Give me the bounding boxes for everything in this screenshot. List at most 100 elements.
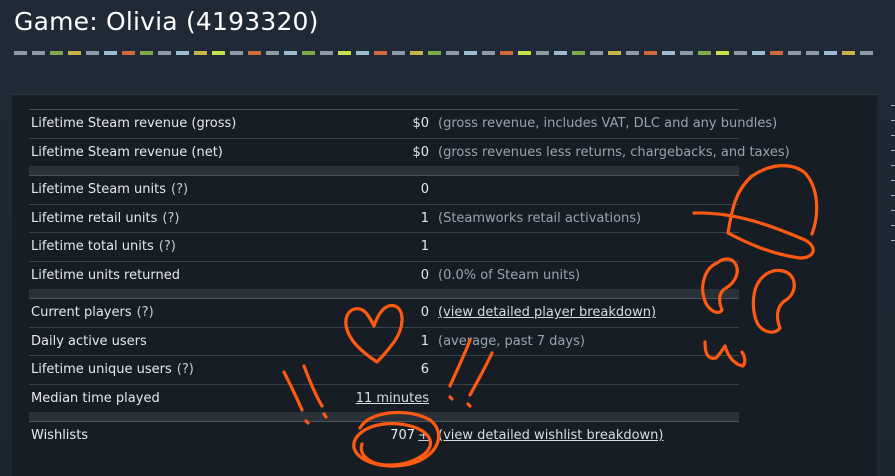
table-row-revenue-gross: Lifetime Steam revenue (gross) $0 (gross… bbox=[29, 109, 777, 138]
row-note: (Steamworks retail activations) bbox=[438, 210, 642, 226]
stripe-segment bbox=[500, 51, 513, 55]
row-label: Lifetime Steam units (?) bbox=[31, 176, 188, 204]
stripe-segment bbox=[86, 51, 99, 55]
row-note: (view detailed wishlist breakdown) bbox=[438, 422, 664, 450]
stripe-segment bbox=[302, 51, 315, 55]
help-tooltip[interactable]: (?) bbox=[137, 305, 154, 320]
row-value: $0 bbox=[412, 116, 429, 131]
row-label: Wishlists bbox=[31, 428, 89, 443]
row-label: Median time played bbox=[31, 390, 160, 406]
stripe-segment bbox=[770, 51, 783, 55]
stripe-segment bbox=[824, 51, 837, 55]
wishlist-count: 707 bbox=[390, 428, 416, 443]
stripe-segment bbox=[716, 51, 729, 55]
label-text: Lifetime unique users bbox=[31, 362, 172, 377]
table-row-median-time: Median time played 11 minutes bbox=[29, 383, 739, 413]
stripe-segment bbox=[248, 51, 261, 55]
page-title: Game: Olivia (4193320) bbox=[14, 7, 319, 36]
help-tooltip[interactable]: (?) bbox=[171, 182, 188, 197]
help-tooltip[interactable]: (?) bbox=[162, 211, 179, 226]
sidebar-link-stub[interactable] bbox=[891, 141, 895, 151]
stripe-segment bbox=[68, 51, 81, 55]
stripe-segment bbox=[680, 51, 693, 55]
stripe-segment bbox=[698, 51, 711, 55]
stripe-segment bbox=[32, 51, 45, 55]
page: Game: Olivia (4193320) Lifetime Steam re… bbox=[0, 0, 895, 476]
stripe-segment bbox=[320, 51, 333, 55]
stripe-segment bbox=[788, 51, 801, 55]
row-label: Lifetime retail units (?) bbox=[31, 205, 179, 233]
wishlist-expand-toggle[interactable]: + bbox=[418, 428, 429, 443]
stripe-segment bbox=[410, 51, 423, 55]
sidebar-link-stub[interactable] bbox=[891, 156, 895, 166]
stripe-segment bbox=[176, 51, 189, 55]
group-separator bbox=[29, 166, 739, 175]
sidebar-link-stub[interactable] bbox=[891, 201, 895, 211]
stripe-segment bbox=[626, 51, 639, 55]
stripe-segment bbox=[554, 51, 567, 55]
stripe-segment bbox=[464, 51, 477, 55]
stripe-segment bbox=[212, 51, 225, 55]
help-tooltip[interactable]: (?) bbox=[159, 239, 176, 254]
stripe-segment bbox=[644, 51, 657, 55]
row-value: 1 bbox=[420, 239, 429, 254]
stripe-segment bbox=[446, 51, 459, 55]
label-text: Lifetime Steam units bbox=[31, 182, 167, 197]
row-label: Lifetime Steam revenue (net) bbox=[31, 144, 223, 160]
sidebar-link-stub[interactable] bbox=[891, 231, 895, 241]
stripe-segment bbox=[356, 51, 369, 55]
stripe-segment bbox=[122, 51, 135, 55]
stripe-segment bbox=[284, 51, 297, 55]
stripe-segment bbox=[392, 51, 405, 55]
row-value: 0 bbox=[420, 267, 429, 283]
stripe-segment bbox=[662, 51, 675, 55]
stripe-segment bbox=[590, 51, 603, 55]
row-value: 0 bbox=[420, 305, 429, 320]
table-row-daily-active: Daily active users 1 (average, past 7 da… bbox=[29, 326, 739, 356]
stripe-segment bbox=[608, 51, 621, 55]
sidebar-link-stub[interactable] bbox=[891, 186, 895, 196]
row-value: 11 minutes bbox=[356, 385, 429, 413]
median-time-link[interactable]: 11 minutes bbox=[356, 391, 429, 406]
table-row-current-players: Current players (?) 0 (view detailed play… bbox=[29, 298, 739, 327]
sidebar-link-stub[interactable] bbox=[891, 96, 895, 106]
stripe-segment bbox=[104, 51, 117, 55]
table-row-revenue-net: Lifetime Steam revenue (net) $0 (gross r… bbox=[29, 137, 790, 167]
stripe-segment bbox=[860, 51, 873, 55]
row-value: $0 bbox=[412, 144, 429, 160]
label-text: Current players bbox=[31, 305, 132, 320]
row-label: Lifetime total units (?) bbox=[31, 233, 176, 261]
group-separator bbox=[29, 289, 739, 298]
stripe-segment bbox=[806, 51, 819, 55]
row-value: 0 bbox=[420, 182, 429, 197]
stripe-segment bbox=[572, 51, 585, 55]
stripe-segment bbox=[230, 51, 243, 55]
row-value: 6 bbox=[420, 362, 429, 377]
player-breakdown-link[interactable]: (view detailed player breakdown) bbox=[438, 305, 656, 320]
table-row-wishlists: Wishlists 707 + (view detailed wishlist b… bbox=[29, 421, 739, 450]
sidebar-link-stub[interactable] bbox=[891, 171, 895, 181]
sidebar-link-stub[interactable] bbox=[891, 216, 895, 226]
row-label: Lifetime units returned bbox=[31, 267, 181, 283]
row-label: Current players (?) bbox=[31, 299, 154, 327]
table-row-steam-units: Lifetime Steam units (?) 0 bbox=[29, 175, 739, 204]
row-note: (average, past 7 days) bbox=[438, 333, 585, 349]
table-row-units-returned: Lifetime units returned 0 (0.0% of Steam… bbox=[29, 260, 739, 290]
row-note: (view detailed player breakdown) bbox=[438, 299, 656, 327]
sidebar-link-stub[interactable] bbox=[891, 126, 895, 136]
row-label: Lifetime unique users (?) bbox=[31, 356, 194, 384]
stripe-segment bbox=[752, 51, 765, 55]
help-tooltip[interactable]: (?) bbox=[177, 362, 194, 377]
row-note: (gross revenue, includes VAT, DLC and an… bbox=[438, 116, 778, 131]
label-text: Lifetime total units bbox=[31, 239, 154, 254]
group-separator bbox=[29, 412, 739, 421]
stripe-segment bbox=[374, 51, 387, 55]
stripe-segment bbox=[14, 51, 27, 55]
sidebar-link-edge bbox=[891, 96, 895, 246]
wishlist-breakdown-link[interactable]: (view detailed wishlist breakdown) bbox=[438, 428, 664, 443]
stats-panel: Lifetime Steam revenue (gross) $0 (gross… bbox=[12, 94, 877, 476]
stripe-segment bbox=[518, 51, 531, 55]
stats-table: Lifetime Steam revenue (gross) $0 (gross… bbox=[29, 109, 790, 450]
sidebar-link-stub[interactable] bbox=[891, 111, 895, 121]
row-note: (0.0% of Steam units) bbox=[438, 267, 581, 283]
